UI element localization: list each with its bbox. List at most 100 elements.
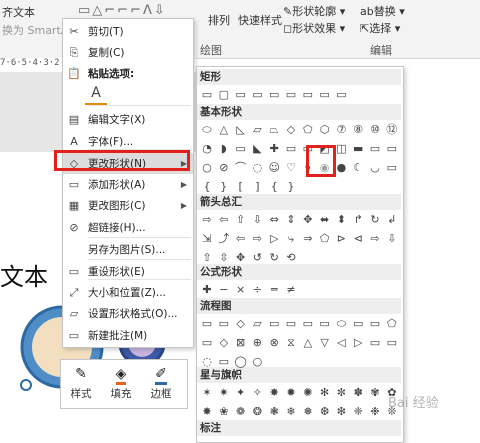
- shape-option-1-3[interactable]: ▱: [249, 122, 265, 137]
- shape-option-12-3[interactable]: ✧: [249, 385, 265, 400]
- shape-option-5-9[interactable]: ↱: [350, 212, 366, 227]
- shape-option-0-7[interactable]: ▭: [317, 87, 333, 102]
- shape-option-4-5[interactable]: }: [283, 179, 299, 194]
- shape-option-6-4[interactable]: ▷: [266, 231, 282, 246]
- menu-item-8[interactable]: ▭ 添加形状(A) ▶: [63, 174, 193, 195]
- shape-option-0-8[interactable]: ▭: [333, 87, 349, 102]
- shape-option-10-0[interactable]: ▭: [199, 335, 215, 350]
- shape-option-11-0[interactable]: ◌: [199, 354, 215, 369]
- shape-option-0-6[interactable]: ▭: [300, 87, 316, 102]
- shape-option-9-8[interactable]: ⬭: [333, 316, 349, 331]
- shape-option-9-6[interactable]: ▭: [300, 316, 316, 331]
- shape-option-6-2[interactable]: ⇦: [233, 231, 249, 246]
- shape-option-2-2[interactable]: ▭: [233, 141, 249, 156]
- shape-option-3-10[interactable]: ◡: [367, 160, 383, 175]
- shape-option-10-9[interactable]: ▷: [350, 335, 366, 350]
- menu-item-11[interactable]: 另存为图片(S)...: [63, 239, 193, 260]
- shape-option-6-6[interactable]: ⇒: [300, 231, 316, 246]
- shape-option-13-7[interactable]: ❆: [317, 404, 333, 419]
- shape-option-7-0[interactable]: ⇧: [199, 250, 215, 265]
- shape-option-1-2[interactable]: ◺: [233, 122, 249, 137]
- menu-item-1[interactable]: ✂ 剪切(T): [63, 21, 193, 42]
- shape-option-7-4[interactable]: ↻: [266, 250, 282, 265]
- shape-option-12-2[interactable]: ✦: [233, 385, 249, 400]
- shape-outline-button[interactable]: ✎形状轮廓 ▾: [283, 3, 345, 19]
- shape-option-12-0[interactable]: ✶: [199, 385, 215, 400]
- shape-option-13-4[interactable]: ❃: [266, 404, 282, 419]
- outline-button[interactable]: ✐ 边框: [145, 362, 177, 406]
- shape-option-1-10[interactable]: ⑩: [367, 122, 383, 137]
- shape-option-4-4[interactable]: {: [266, 179, 282, 194]
- shape-option-11-1[interactable]: ▭: [216, 354, 232, 369]
- shape-option-9-2[interactable]: ◇: [233, 316, 249, 331]
- shape-option-6-8[interactable]: ⊳: [333, 231, 349, 246]
- shape-option-9-9[interactable]: ▭: [350, 316, 366, 331]
- shape-option-12-6[interactable]: ✺: [300, 385, 316, 400]
- shape-option-8-2[interactable]: ×: [233, 282, 249, 297]
- shape-option-12-5[interactable]: ✹: [283, 385, 299, 400]
- shape-option-2-4[interactable]: ✚: [266, 141, 282, 156]
- shape-option-3-9[interactable]: ☾: [350, 160, 366, 175]
- shape-option-8-3[interactable]: ÷: [249, 282, 265, 297]
- shape-option-9-11[interactable]: ⬠: [384, 316, 400, 331]
- shape-option-13-3[interactable]: ❂: [249, 404, 265, 419]
- shape-option-6-10[interactable]: ⇨: [367, 231, 383, 246]
- shape-option-7-1[interactable]: ⇳: [216, 250, 232, 265]
- shape-option-5-8[interactable]: ⬍: [333, 212, 349, 227]
- shape-option-12-4[interactable]: ✸: [266, 385, 282, 400]
- shape-option-9-7[interactable]: ▭: [317, 316, 333, 331]
- shape-option-1-6[interactable]: ⬠: [300, 122, 316, 137]
- shape-option-2-5[interactable]: ▭: [283, 141, 299, 156]
- select-button[interactable]: ⇱选择 ▾: [360, 20, 400, 36]
- shape-option-9-10[interactable]: ▭: [367, 316, 383, 331]
- shape-option-5-0[interactable]: ⇨: [199, 212, 215, 227]
- shape-option-4-0[interactable]: {: [199, 179, 215, 194]
- shape-option-3-5[interactable]: ♡: [283, 160, 299, 175]
- shape-option-12-8[interactable]: ✼: [333, 385, 349, 400]
- shape-option-5-2[interactable]: ⇧: [233, 212, 249, 227]
- shape-option-0-4[interactable]: ▭: [266, 87, 282, 102]
- shape-option-9-0[interactable]: ▭: [199, 316, 215, 331]
- shape-option-1-0[interactable]: ⬭: [199, 122, 215, 137]
- replace-button[interactable]: ab替换 ▾: [360, 3, 405, 19]
- shape-option-10-1[interactable]: ◇: [216, 335, 232, 350]
- shape-option-1-5[interactable]: ◇: [283, 122, 299, 137]
- shape-option-7-3[interactable]: ↺: [249, 250, 265, 265]
- shape-option-10-6[interactable]: △: [300, 335, 316, 350]
- shape-option-7-2[interactable]: ✥: [233, 250, 249, 265]
- shape-option-3-2[interactable]: ⌒: [233, 160, 249, 175]
- shape-option-3-11[interactable]: ▭: [384, 160, 400, 175]
- shape-option-3-3[interactable]: ◌: [249, 160, 265, 175]
- shape-option-1-7[interactable]: ⬡: [317, 122, 333, 137]
- shape-quick-icons[interactable]: ▭△⌐⌐⌐ᐱ⇩: [78, 3, 167, 18]
- shape-option-8-0[interactable]: ✚: [199, 282, 215, 297]
- menu-item-14[interactable]: ▱ 设置形状格式(O)...: [63, 303, 193, 324]
- shape-option-5-1[interactable]: ⇦: [216, 212, 232, 227]
- shape-option-13-8[interactable]: ❇: [333, 404, 349, 419]
- shape-option-13-1[interactable]: ❀: [216, 404, 232, 419]
- shape-option-9-1[interactable]: ▭: [216, 316, 232, 331]
- shape-option-6-7[interactable]: ⬠: [317, 231, 333, 246]
- menu-item-13[interactable]: ⤢ 大小和位置(Z)...: [63, 282, 193, 303]
- shape-option-2-10[interactable]: ▭: [367, 141, 383, 156]
- shape-option-10-4[interactable]: ⊗: [266, 335, 282, 350]
- align-text-button[interactable]: 齐文本: [2, 4, 35, 20]
- shape-option-0-0[interactable]: ▭: [199, 87, 215, 102]
- shape-option-5-11[interactable]: ↲: [384, 212, 400, 227]
- shape-option-13-5[interactable]: ❄: [283, 404, 299, 419]
- shape-option-11-3[interactable]: ○: [249, 354, 265, 369]
- shape-option-9-3[interactable]: ▱: [249, 316, 265, 331]
- shape-option-6-3[interactable]: ⇨: [249, 231, 265, 246]
- shape-option-10-3[interactable]: ⊕: [249, 335, 265, 350]
- menu-item-9[interactable]: ▦ 更改图形(C) ▶: [63, 195, 193, 216]
- arrange-button[interactable]: 排列: [208, 12, 230, 28]
- shape-option-5-7[interactable]: ⬌: [317, 212, 333, 227]
- menu-item-2[interactable]: ⎘ 复制(C): [63, 42, 193, 63]
- shape-option-2-1[interactable]: ◗: [216, 141, 232, 156]
- shape-option-13-2[interactable]: ❁: [233, 404, 249, 419]
- shape-option-8-1[interactable]: −: [216, 282, 232, 297]
- menu-item-5[interactable]: ▤ 编辑文字(X): [63, 109, 193, 130]
- shape-option-2-0[interactable]: ◔: [199, 141, 215, 156]
- shape-option-2-9[interactable]: ▬: [350, 141, 366, 156]
- shape-option-0-2[interactable]: ▭: [233, 87, 249, 102]
